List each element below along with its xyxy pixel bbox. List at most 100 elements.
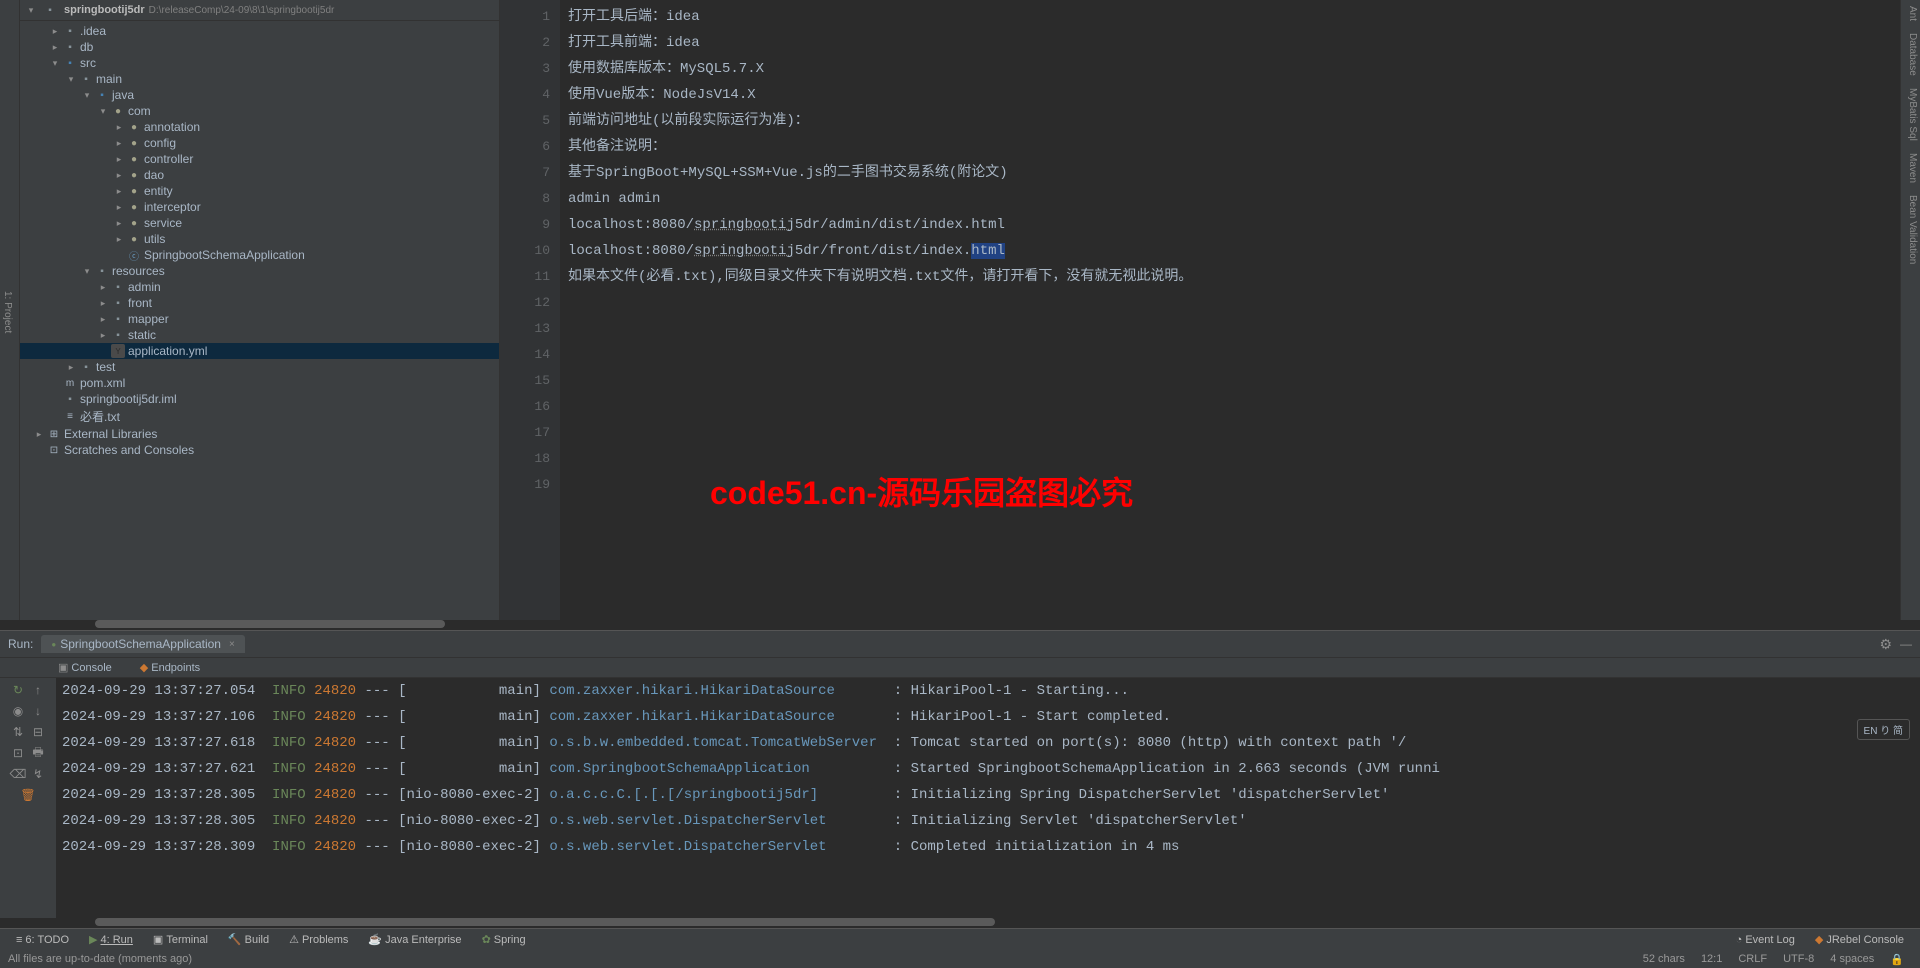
- tree-icon: ●: [127, 152, 141, 166]
- tree-item-src[interactable]: ▾▪src: [20, 55, 499, 71]
- log-line[interactable]: 2024-09-29 13:37:27.106 INFO 24820 --- […: [62, 704, 1914, 730]
- status-indent[interactable]: 4 spaces: [1822, 953, 1882, 965]
- log-line[interactable]: 2024-09-29 13:37:27.054 INFO 24820 --- […: [62, 678, 1914, 704]
- terminal-tab[interactable]: ▣ Terminal: [143, 931, 218, 948]
- trash-button[interactable]: 🗑: [19, 786, 37, 804]
- editor-line-5[interactable]: 前端访问地址(以前段实际运行为准)：: [568, 108, 1892, 134]
- settings-button[interactable]: ↯: [29, 765, 47, 783]
- run-config-name: SpringbootSchemaApplication: [60, 637, 221, 651]
- tree-item-springbootij5dr-iml[interactable]: ▪springbootij5dr.iml: [20, 391, 499, 407]
- build-tab[interactable]: 🔨 Build: [218, 931, 279, 948]
- tab-maven[interactable]: Maven: [1901, 147, 1920, 189]
- tree-icon: ●: [127, 120, 141, 134]
- tree-item-utils[interactable]: ▸●utils: [20, 231, 499, 247]
- project-name[interactable]: springbootij5dr: [64, 4, 145, 16]
- tree-item-service[interactable]: ▸●service: [20, 215, 499, 231]
- log-line[interactable]: 2024-09-29 13:37:28.305 INFO 24820 --- […: [62, 782, 1914, 808]
- wrap-button[interactable]: ⇅: [9, 723, 27, 741]
- run-tab[interactable]: ▶4: Run: [79, 931, 143, 948]
- camera-button[interactable]: ◉: [9, 702, 27, 720]
- editor-line-11[interactable]: admin admin: [568, 186, 1892, 212]
- tree-item-pom-xml[interactable]: mpom.xml: [20, 375, 499, 391]
- tree-item-controller[interactable]: ▸●controller: [20, 151, 499, 167]
- editor-line-1[interactable]: 打开工具后端：idea: [568, 4, 1892, 30]
- file-tree[interactable]: ▸▪.idea▸▪db▾▪src▾▪main▾▪java▾●com▸●annot…: [20, 21, 499, 460]
- tree-item-test[interactable]: ▸▪test: [20, 359, 499, 375]
- problems-tab[interactable]: ⚠ Problems: [279, 931, 358, 948]
- console-output[interactable]: 2024-09-29 13:37:27.054 INFO 24820 --- […: [56, 678, 1920, 918]
- tree-item-db[interactable]: ▸▪db: [20, 39, 499, 55]
- tree-item-admin[interactable]: ▸▪admin: [20, 279, 499, 295]
- run-icon: ●: [51, 640, 56, 649]
- editor-line-12[interactable]: localhost:8080/springbootij5dr/admin/dis…: [568, 212, 1892, 238]
- run-config-tab[interactable]: ● SpringbootSchemaApplication ×: [41, 635, 244, 653]
- todo-tab[interactable]: ≡ 6: TODO: [6, 932, 79, 948]
- tab-database[interactable]: Database: [1901, 27, 1920, 82]
- tab-bean-validation[interactable]: Bean Validation: [1901, 189, 1920, 270]
- status-eol[interactable]: CRLF: [1730, 953, 1775, 965]
- ime-badge[interactable]: EN り 简: [1857, 719, 1910, 740]
- tree-icon: ●: [127, 168, 141, 182]
- jrebel-tab[interactable]: ◆ JRebel Console: [1805, 931, 1914, 948]
- console-tab[interactable]: ▣ Console: [50, 658, 120, 677]
- scroll-button[interactable]: ⊡: [9, 744, 27, 762]
- log-line[interactable]: 2024-09-29 13:37:27.618 INFO 24820 --- […: [62, 730, 1914, 756]
- editor-line-4[interactable]: 使用Vue版本：NodeJsV14.X: [568, 82, 1892, 108]
- editor-line-9[interactable]: 基于SpringBoot+MySQL+SSM+Vue.js的二手图书交易系统(附…: [568, 160, 1892, 186]
- tree-item-External-Libraries[interactable]: ▸⊞External Libraries: [20, 426, 499, 442]
- tree-item-entity[interactable]: ▸●entity: [20, 183, 499, 199]
- tree-item--idea[interactable]: ▸▪.idea: [20, 23, 499, 39]
- tree-item--txt[interactable]: ≡必看.txt: [20, 407, 499, 426]
- spring-tab[interactable]: ✿ Spring: [472, 931, 536, 948]
- clear-button[interactable]: ⌫: [9, 765, 27, 783]
- log-line[interactable]: 2024-09-29 13:37:27.621 INFO 24820 --- […: [62, 756, 1914, 782]
- tree-item-interceptor[interactable]: ▸●interceptor: [20, 199, 499, 215]
- tree-item-front[interactable]: ▸▪front: [20, 295, 499, 311]
- eventlog-tab[interactable]: ◔ Event Log: [1726, 932, 1805, 948]
- tree-item-Scratches-and-Consoles[interactable]: ⊡Scratches and Consoles: [20, 442, 499, 458]
- minimize-icon[interactable]: —: [1900, 637, 1912, 651]
- tree-icon: ⓒ: [127, 248, 141, 262]
- tab-project[interactable]: 1: Project: [0, 4, 15, 620]
- print-button[interactable]: 🖶: [29, 744, 47, 762]
- tree-item-static[interactable]: ▸▪static: [20, 327, 499, 343]
- gear-icon[interactable]: ⚙: [1879, 636, 1892, 653]
- filter-button[interactable]: ⊟: [29, 723, 47, 741]
- editor-line-2[interactable]: 打开工具前端：idea: [568, 30, 1892, 56]
- tree-item-resources[interactable]: ▾▪resources: [20, 263, 499, 279]
- tab-ant[interactable]: Ant: [1901, 0, 1920, 27]
- tree-icon: ▪: [95, 264, 109, 278]
- tree-item-com[interactable]: ▾●com: [20, 103, 499, 119]
- tree-item-annotation[interactable]: ▸●annotation: [20, 119, 499, 135]
- endpoints-tab[interactable]: ◆ Endpoints: [132, 658, 208, 677]
- status-message: All files are up-to-date (moments ago): [8, 953, 192, 965]
- close-icon[interactable]: ×: [229, 639, 235, 650]
- tree-item-dao[interactable]: ▸●dao: [20, 167, 499, 183]
- tree-icon: ▪: [79, 72, 93, 86]
- up-button[interactable]: ↑: [29, 681, 47, 699]
- tree-item-application-yml[interactable]: Yapplication.yml: [20, 343, 499, 359]
- status-pos[interactable]: 12:1: [1693, 953, 1730, 965]
- tree-item-config[interactable]: ▸●config: [20, 135, 499, 151]
- tab-mybatis[interactable]: MyBatis Sql: [1901, 82, 1920, 147]
- editor-line-7[interactable]: 其他备注说明：: [568, 134, 1892, 160]
- rerun-button[interactable]: ↻: [9, 681, 27, 699]
- status-encoding[interactable]: UTF-8: [1775, 953, 1822, 965]
- tree-item-java[interactable]: ▾▪java: [20, 87, 499, 103]
- editor-scrollbar[interactable]: [0, 620, 1920, 630]
- editor-content[interactable]: code51.cn-源码乐园盗图必究 打开工具后端：idea打开工具前端：ide…: [560, 0, 1900, 620]
- down-button[interactable]: ↓: [29, 702, 47, 720]
- editor-line-3[interactable]: 使用数据库版本：MySQL5.7.X: [568, 56, 1892, 82]
- console-scrollbar[interactable]: [0, 918, 1920, 928]
- editor-line-17[interactable]: 如果本文件(必看.txt),同级目录文件夹下有说明文档.txt文件，请打开看下，…: [568, 264, 1892, 290]
- log-line[interactable]: 2024-09-29 13:37:28.309 INFO 24820 --- […: [62, 834, 1914, 860]
- tree-item-SpringbootSchemaApplication[interactable]: ⓒSpringbootSchemaApplication: [20, 247, 499, 263]
- tree-item-main[interactable]: ▾▪main: [20, 71, 499, 87]
- log-line[interactable]: 2024-09-29 13:37:28.305 INFO 24820 --- […: [62, 808, 1914, 834]
- bottom-toolbar: ≡ 6: TODO ▶4: Run ▣ Terminal 🔨 Build ⚠ P…: [0, 928, 1920, 950]
- tree-icon: ▪: [63, 392, 77, 406]
- status-lock-icon[interactable]: 🔒: [1882, 953, 1912, 966]
- tree-item-mapper[interactable]: ▸▪mapper: [20, 311, 499, 327]
- editor-line-14[interactable]: localhost:8080/springbootij5dr/front/dis…: [568, 238, 1892, 264]
- javaee-tab[interactable]: ☕ Java Enterprise: [358, 931, 471, 948]
